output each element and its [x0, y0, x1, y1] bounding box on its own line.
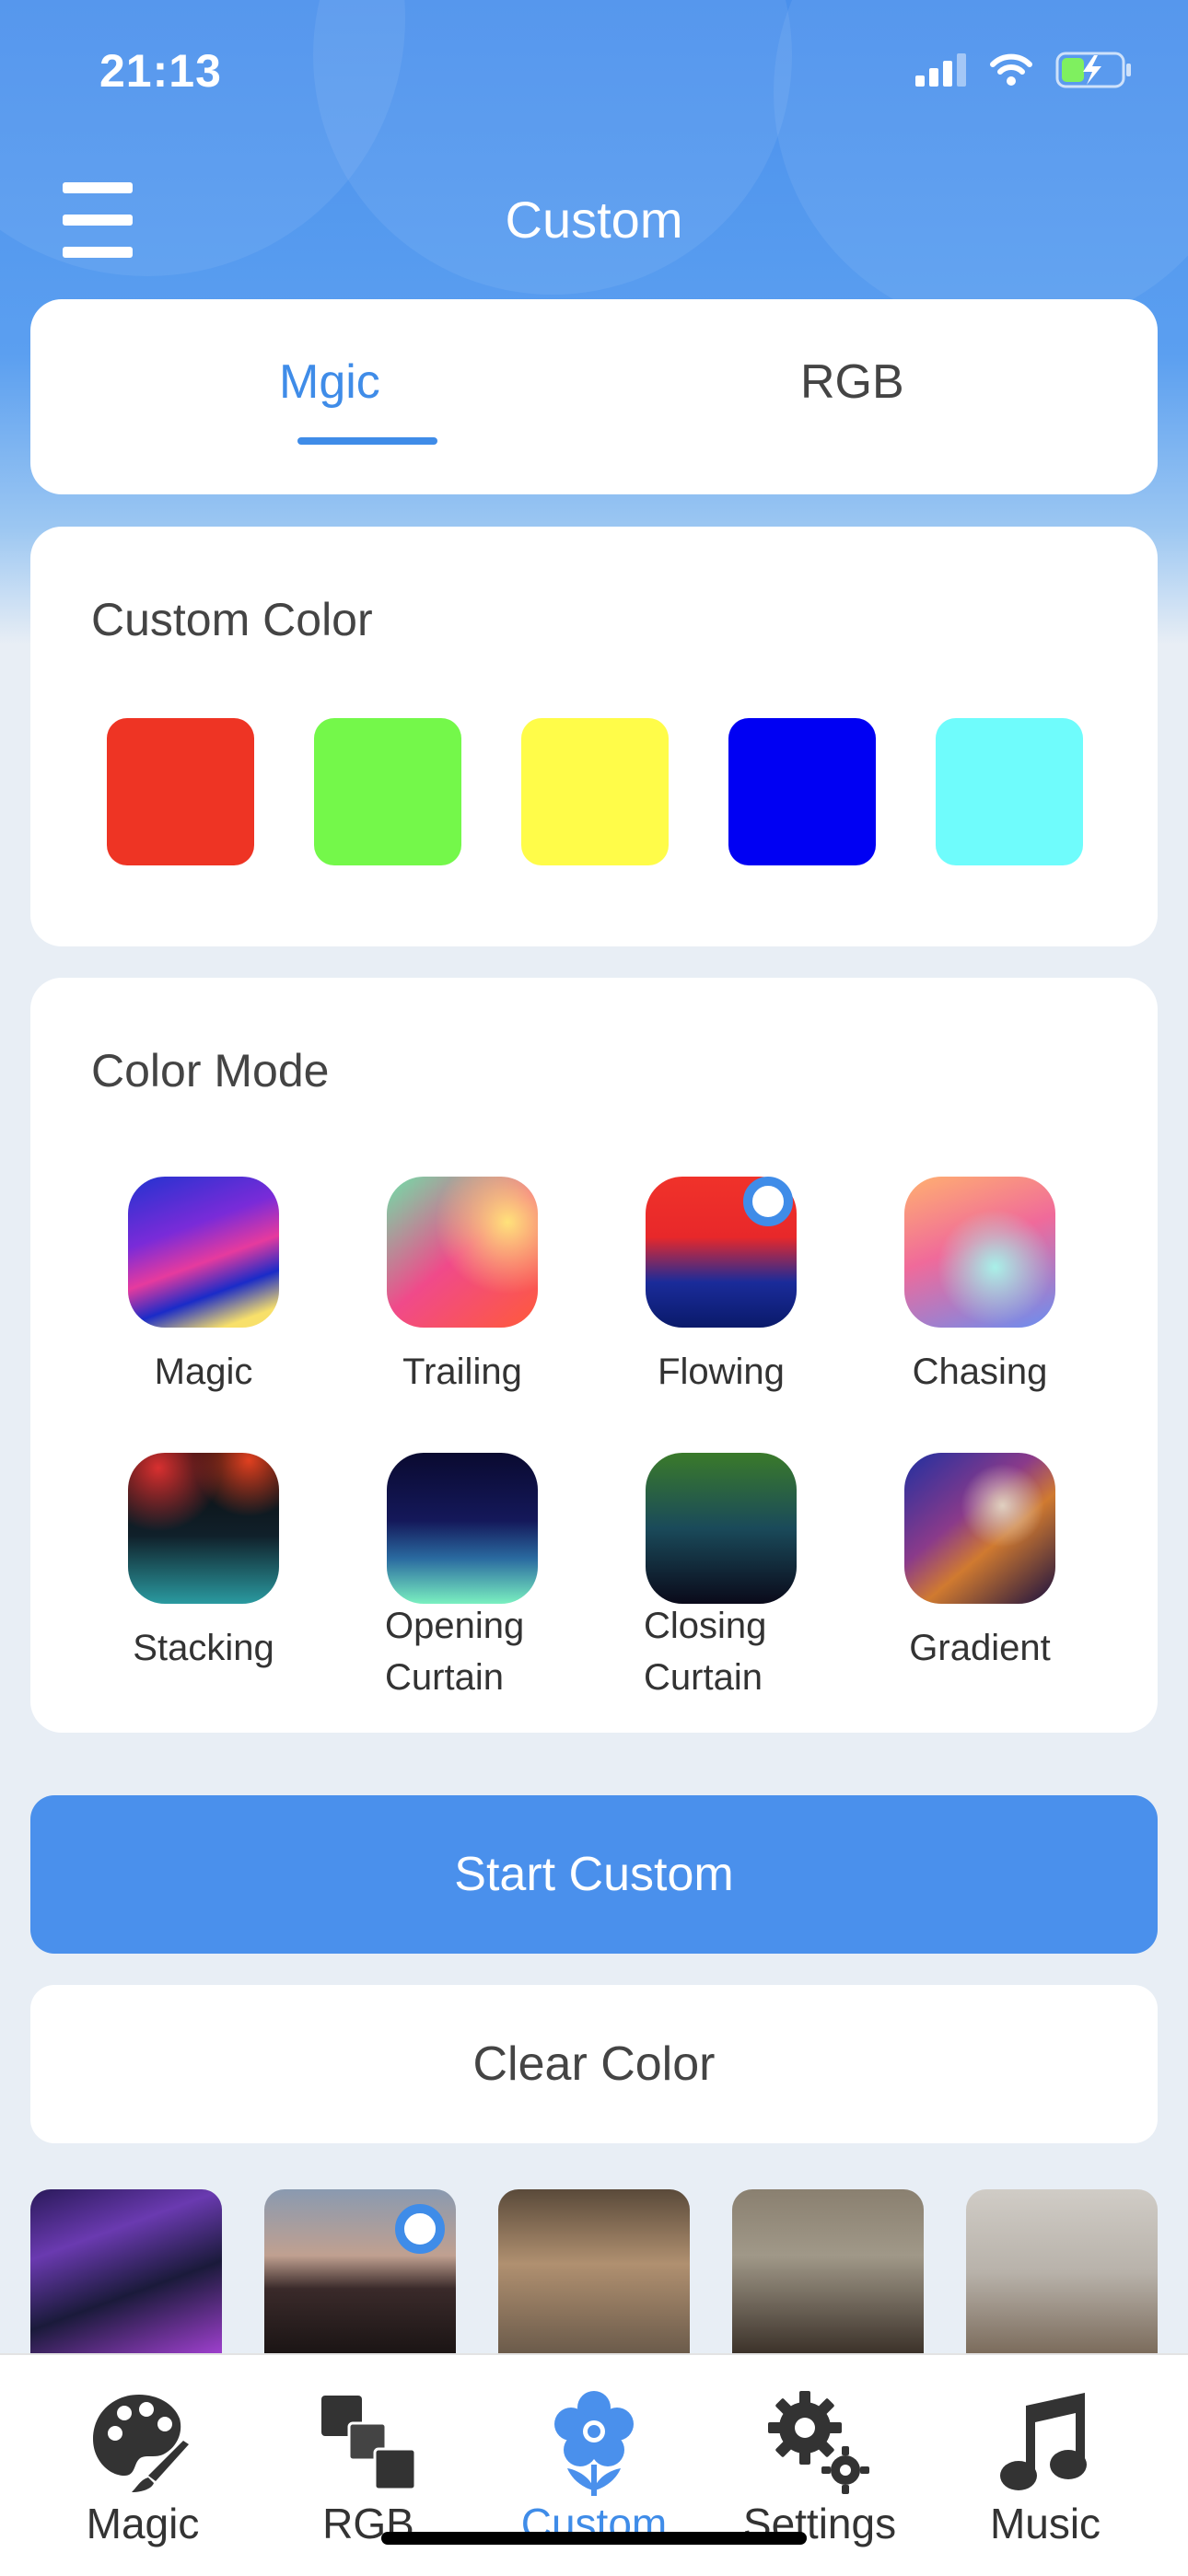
- mode-flowing[interactable]: Flowing: [620, 1177, 822, 1398]
- page-title: Custom: [505, 191, 683, 249]
- closing-curtain-mode-icon: [646, 1453, 797, 1604]
- nav-header: Custom: [0, 175, 1188, 267]
- tabbar-item-rgb[interactable]: RGB: [258, 2383, 479, 2548]
- wifi-icon: [990, 53, 1032, 86]
- scene-thumbnails: [30, 2189, 1158, 2355]
- tabbar-label: Magic: [86, 2500, 200, 2547]
- scene-thumb-meeting[interactable]: [732, 2189, 924, 2355]
- gradient-mode-icon: [904, 1453, 1055, 1604]
- custom-color-card: Custom Color: [30, 527, 1158, 946]
- mode-label: Opening Curtain: [361, 1600, 564, 1703]
- mode-label-line: Opening: [385, 1606, 525, 1646]
- mode-tabs: Mgic RGB: [30, 299, 1158, 494]
- color-swatch[interactable]: [107, 718, 254, 865]
- color-mode-card: Color Mode Magic Trailing Flowing Chasin…: [30, 978, 1158, 1733]
- color-swatch[interactable]: [728, 718, 876, 865]
- mode-label-line: Curtain: [385, 1657, 504, 1698]
- signal-icon: [915, 53, 966, 87]
- tabbar-item-custom[interactable]: Custom: [483, 2383, 705, 2548]
- tabbar-item-magic[interactable]: Magic: [32, 2383, 253, 2548]
- mode-stacking[interactable]: Stacking: [102, 1453, 305, 1674]
- selected-indicator: [395, 2204, 445, 2254]
- mode-label: Magic: [154, 1352, 253, 1392]
- status-bar: 21:13: [0, 0, 1188, 147]
- mode-chasing[interactable]: Chasing: [879, 1177, 1081, 1398]
- mode-label-line: Curtain: [644, 1657, 763, 1698]
- tab-active-indicator: [297, 437, 437, 445]
- battery-charging-icon: [1055, 52, 1131, 88]
- chasing-mode-icon: [904, 1177, 1055, 1328]
- stacking-mode-icon: [128, 1453, 279, 1604]
- color-swatch[interactable]: [314, 718, 461, 865]
- clear-color-button[interactable]: Clear Color: [30, 1985, 1158, 2143]
- opening-curtain-mode-icon: [387, 1453, 538, 1604]
- mode-label: Gradient: [909, 1628, 1051, 1668]
- mode-gradient[interactable]: Gradient: [879, 1453, 1081, 1674]
- start-custom-button[interactable]: Start Custom: [30, 1795, 1158, 1954]
- mode-trailing[interactable]: Trailing: [361, 1177, 564, 1398]
- gears-icon: [768, 2391, 869, 2494]
- scene-thumb-dinner[interactable]: [498, 2189, 690, 2355]
- mode-closing-curtain[interactable]: Closing Curtain: [620, 1453, 822, 1703]
- custom-color-title: Custom Color: [91, 594, 373, 645]
- trailing-mode-icon: [387, 1177, 538, 1328]
- palette-icon: [93, 2395, 189, 2492]
- mode-label: Chasing: [912, 1352, 1048, 1392]
- mode-opening-curtain[interactable]: Opening Curtain: [361, 1453, 564, 1703]
- mode-label: Closing Curtain: [620, 1600, 822, 1703]
- mode-label: Trailing: [402, 1352, 522, 1392]
- magic-mode-icon: [128, 1177, 279, 1328]
- status-time: 21:13: [99, 45, 222, 97]
- color-swatch[interactable]: [521, 718, 669, 865]
- mode-label: Stacking: [133, 1628, 274, 1668]
- music-note-icon: [1000, 2393, 1087, 2490]
- tab-rgb[interactable]: RGB: [800, 354, 904, 410]
- tabbar-label: Music: [989, 2500, 1101, 2547]
- flower-icon: [554, 2391, 634, 2496]
- scene-thumb-car-interior[interactable]: [30, 2189, 222, 2355]
- mode-magic[interactable]: Magic: [102, 1177, 305, 1398]
- color-swatch[interactable]: [936, 718, 1083, 865]
- color-mode-title: Color Mode: [91, 1045, 330, 1097]
- mode-label-line: Closing: [644, 1606, 767, 1646]
- status-icons: [915, 52, 1133, 88]
- rgb-squares-icon: [321, 2396, 417, 2491]
- tabbar-item-music[interactable]: Music: [935, 2383, 1156, 2548]
- mode-label: Flowing: [658, 1352, 785, 1392]
- tab-magic[interactable]: Mgic: [279, 354, 380, 410]
- scene-thumb-couple[interactable]: [264, 2189, 456, 2355]
- scene-thumb-reading[interactable]: [966, 2189, 1158, 2355]
- tabbar-item-settings[interactable]: Settings: [709, 2383, 930, 2548]
- home-indicator: [381, 2532, 807, 2545]
- selected-indicator: [743, 1177, 793, 1226]
